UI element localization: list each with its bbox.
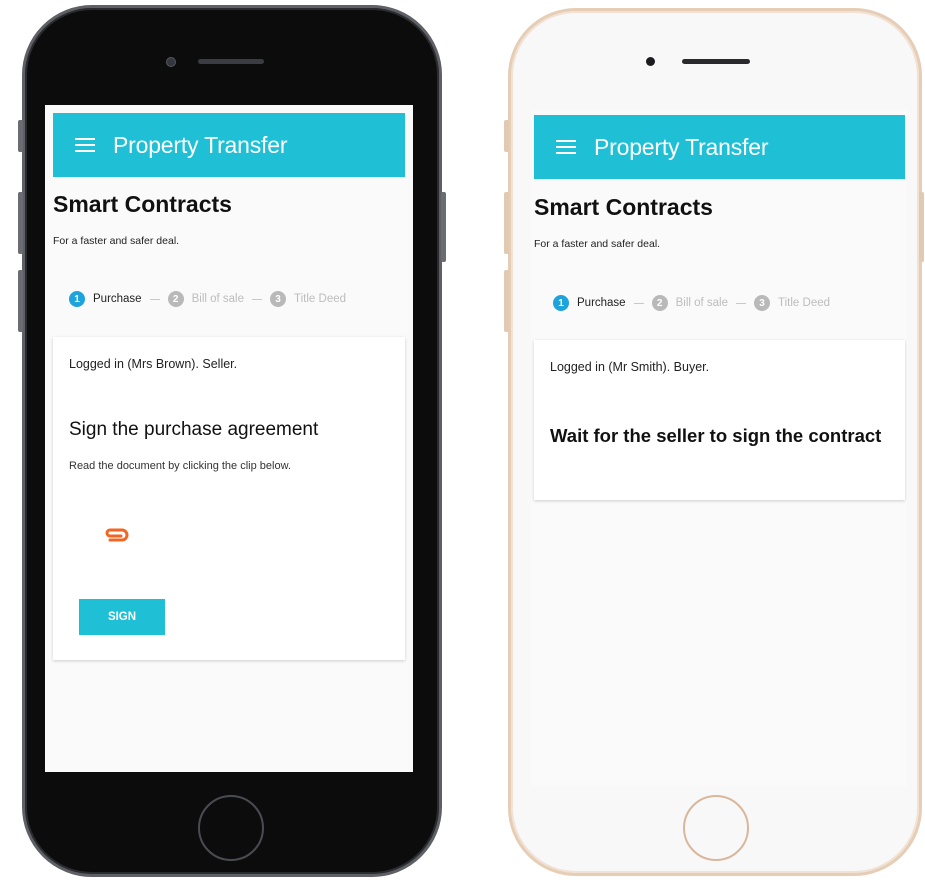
step-number: 2 <box>167 291 184 307</box>
step-bill-of-sale[interactable]: 2 Bill of sale <box>651 295 729 311</box>
hamburger-menu-icon[interactable] <box>75 138 95 152</box>
app-bar: Property Transfer <box>534 115 905 179</box>
earpiece-speaker <box>682 59 750 64</box>
volume-up-button <box>504 192 509 254</box>
step-purchase[interactable]: 1 Purchase <box>69 291 142 307</box>
screen-buyer: Property Transfer Smart Contracts For a … <box>531 110 907 786</box>
page-subtitle: For a faster and safer deal. <box>534 238 661 250</box>
screen-seller: Property Transfer Smart Contracts For a … <box>45 105 413 772</box>
front-camera <box>166 57 176 67</box>
step-connector <box>736 302 747 304</box>
home-button[interactable] <box>198 795 264 861</box>
mute-switch <box>18 120 23 152</box>
volume-down-button <box>504 270 509 332</box>
login-status: Logged in (Mr Smith). Buyer. <box>550 360 710 374</box>
login-status: Logged in (Mrs Brown). Seller. <box>69 357 238 371</box>
step-title-deed[interactable]: 3 Title Deed <box>754 295 830 311</box>
step-label: Purchase <box>93 293 142 305</box>
paperclip-icon[interactable] <box>103 523 129 547</box>
volume-up-button <box>18 192 23 254</box>
step-connector <box>252 298 263 300</box>
volume-down-button <box>18 270 23 332</box>
step-title-deed[interactable]: 3 Title Deed <box>270 291 346 307</box>
earpiece-speaker <box>198 59 264 64</box>
step-label: Title Deed <box>778 297 831 309</box>
sign-button[interactable]: SIGN <box>79 599 165 635</box>
purchase-card: Logged in (Mrs Brown). Seller. Sign the … <box>53 337 405 660</box>
power-button <box>441 192 446 262</box>
app-bar: Property Transfer <box>53 113 405 177</box>
step-label: Bill of sale <box>191 293 245 305</box>
front-camera <box>646 57 655 66</box>
hamburger-menu-icon[interactable] <box>556 140 576 154</box>
card-heading: Sign the purchase agreement <box>69 419 319 440</box>
step-label: Title Deed <box>294 293 347 305</box>
step-number: 3 <box>754 295 771 311</box>
step-bill-of-sale[interactable]: 2 Bill of sale <box>167 291 245 307</box>
app-title: Property Transfer <box>594 133 769 160</box>
step-connector <box>149 298 160 300</box>
page-title: Smart Contracts <box>534 194 713 220</box>
mute-switch <box>504 120 509 152</box>
step-number: 2 <box>651 295 668 311</box>
page-subtitle: For a faster and safer deal. <box>53 235 180 247</box>
home-button[interactable] <box>683 795 749 861</box>
card-instruction: Read the document by clicking the clip b… <box>69 460 291 472</box>
step-number: 3 <box>270 291 287 307</box>
step-purchase[interactable]: 1 Purchase <box>553 295 626 311</box>
stepper: 1 Purchase 2 Bill of sale 3 Title Deed <box>553 295 899 311</box>
app-title: Property Transfer <box>113 131 288 158</box>
page-title: Smart Contracts <box>53 191 232 217</box>
step-label: Bill of sale <box>675 297 729 309</box>
step-number: 1 <box>69 291 85 307</box>
stepper: 1 Purchase 2 Bill of sale 3 Title Deed <box>69 291 405 307</box>
step-label: Purchase <box>577 297 626 309</box>
power-button <box>919 192 924 262</box>
step-number: 1 <box>553 295 569 311</box>
card-heading: Wait for the seller to sign the contract <box>550 425 882 446</box>
waiting-card: Logged in (Mr Smith). Buyer. Wait for th… <box>534 340 905 500</box>
step-connector <box>633 302 644 304</box>
